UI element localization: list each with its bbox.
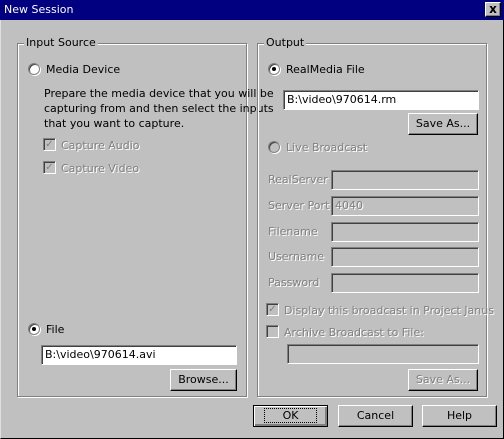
title-bar[interactable]: New Session x: [0, 0, 504, 20]
cancel-button[interactable]: Cancel: [338, 405, 413, 427]
display-in-janus-checkbox[interactable]: ✓: [266, 303, 279, 316]
ok-button[interactable]: OK: [253, 405, 328, 427]
username-label: Username: [268, 250, 325, 263]
media-device-description: Prepare the media device that you will b…: [44, 86, 274, 131]
archive-path-field[interactable]: [287, 344, 479, 364]
browse-button[interactable]: Browse...: [170, 369, 237, 391]
description-line: capturing from and then select the input…: [44, 102, 274, 115]
media-device-label[interactable]: Media Device: [46, 63, 120, 76]
archive-to-file-checkbox[interactable]: [266, 325, 279, 338]
description-line: Prepare the media device that you will b…: [44, 87, 274, 100]
save-as-button[interactable]: Save As...: [408, 113, 478, 135]
server-port-field[interactable]: 4040: [331, 196, 479, 216]
media-device-radio[interactable]: [28, 63, 40, 75]
help-button[interactable]: Help: [422, 405, 497, 427]
capture-video-label: Capture Video: [61, 162, 140, 175]
ok-button-label: OK: [263, 408, 318, 423]
realserver-label: RealServer: [268, 173, 328, 186]
input-source-title: Input Source: [24, 36, 98, 49]
display-in-janus-label: Display this broadcast in Project Janus: [284, 304, 494, 317]
output-file-path-field[interactable]: B:\video\970614.rm: [283, 90, 479, 110]
file-radio[interactable]: [28, 323, 40, 335]
live-broadcast-radio[interactable]: [268, 141, 280, 153]
description-line: that you want to capture.: [44, 117, 185, 130]
password-label: Password: [268, 276, 320, 289]
realmedia-file-radio[interactable]: [268, 63, 280, 75]
window-title: New Session: [4, 3, 74, 16]
capture-audio-checkbox[interactable]: ✓: [43, 138, 56, 151]
password-field[interactable]: [331, 273, 479, 293]
input-file-path-field[interactable]: B:\video\970614.avi: [41, 345, 237, 365]
archive-save-as-button[interactable]: Save As...: [408, 369, 478, 391]
live-broadcast-label[interactable]: Live Broadcast: [286, 141, 367, 154]
capture-audio-label: Capture Audio: [61, 139, 140, 152]
filename-label: Filename: [268, 225, 318, 238]
filename-field[interactable]: [331, 222, 479, 242]
realmedia-file-label[interactable]: RealMedia File: [286, 63, 365, 76]
server-port-label: Server Port: [268, 199, 330, 212]
close-icon[interactable]: x: [485, 2, 501, 17]
realserver-field[interactable]: [331, 170, 479, 190]
capture-video-checkbox[interactable]: ✓: [43, 161, 56, 174]
file-label[interactable]: File: [46, 323, 64, 336]
output-title: Output: [264, 36, 307, 49]
username-field[interactable]: [331, 247, 479, 267]
archive-to-file-label: Archive Broadcast to File:: [284, 326, 424, 339]
